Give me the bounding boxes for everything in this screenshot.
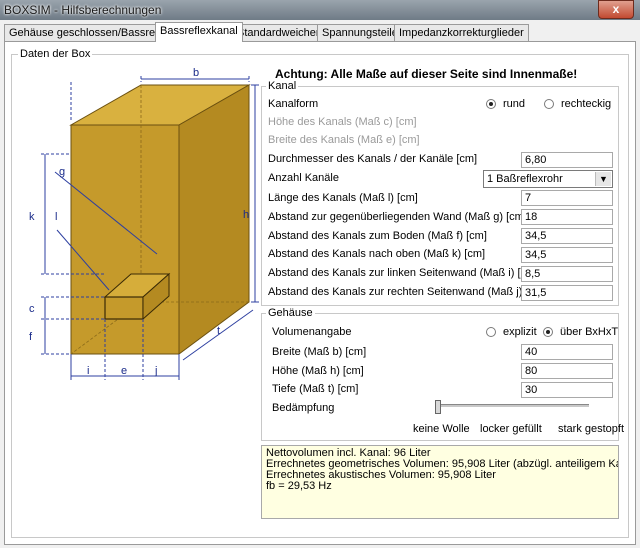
abstand-k-label: Abstand des Kanals nach oben (Maß k) [cm… [268, 248, 486, 260]
daempfung-mark-high: stark gestopft [558, 423, 625, 435]
abstand-i-input[interactable]: 8,5 [521, 266, 613, 282]
breite-kanal-label: Breite des Kanals (Maß e) [cm] [268, 134, 420, 146]
radio-rechteckig[interactable] [544, 99, 554, 109]
abstand-k-input[interactable]: 34,5 [521, 247, 613, 263]
laenge-input[interactable]: 7 [521, 190, 613, 206]
tab-standardweichen[interactable]: Standardweichen [232, 24, 328, 41]
dim-label-l: l [55, 211, 57, 223]
dim-label-i: i [87, 365, 89, 377]
anzahl-label: Anzahl Kanäle [268, 172, 339, 184]
box-diagram: b g h k l c f t i e j [29, 67, 259, 380]
close-icon: x [612, 2, 620, 16]
radio-rund-label: rund [503, 98, 526, 110]
title-bar: BOXSIM - Hilfsberechnungen x [0, 0, 640, 20]
radio-rechteckig-label: rechteckig [561, 98, 612, 110]
dim-label-t: t [217, 325, 220, 337]
tab-impedanzkorrekturglieder[interactable]: Impedanzkorrekturglieder [394, 24, 529, 41]
daempfung-mark-low: keine Wolle [413, 423, 470, 435]
results-box: Nettovolumen incl. Kanal: 96 Liter Errec… [261, 445, 619, 519]
tab-bassreflexkanal[interactable]: Bassreflexkanal [155, 22, 243, 42]
breite-input[interactable]: 40 [521, 344, 613, 360]
radio-explizit[interactable] [486, 327, 496, 337]
abstand-f-input[interactable]: 34,5 [521, 228, 613, 244]
volumenangabe-label: Volumenangabe [272, 326, 352, 338]
durchmesser-label: Durchmesser des Kanals / der Kanäle [cm] [268, 153, 478, 165]
daempfung-mark-mid: locker gefüllt [480, 423, 542, 435]
radio-rund[interactable] [486, 99, 496, 109]
durchmesser-input[interactable]: 6,80 [521, 152, 613, 168]
abstand-j-input[interactable]: 31,5 [521, 285, 613, 301]
abstand-g-input[interactable]: 18 [521, 209, 613, 225]
close-button[interactable]: x [598, 0, 634, 19]
daempfung-slider-thumb[interactable] [435, 400, 441, 414]
dim-label-f: f [29, 331, 33, 343]
result-line: fb = 29,53 Hz [266, 480, 332, 492]
abstand-g-label: Abstand zur gegenüberliegenden Wand (Maß… [268, 211, 527, 223]
window-title: BOXSIM - Hilfsberechnungen [4, 3, 162, 17]
dim-label-j: j [154, 365, 157, 377]
tab-gehaeuse[interactable]: Gehäuse geschlossen/Bassreflex [4, 24, 178, 41]
gehaeuse-legend: Gehäuse [266, 307, 315, 319]
dim-label-g: g [59, 166, 65, 178]
box-shape [69, 84, 251, 355]
radio-bxhxt[interactable] [543, 327, 553, 337]
window: BOXSIM - Hilfsberechnungen x Gehäuse ges… [0, 0, 640, 548]
breite-label: Breite (Maß b) [cm] [272, 346, 367, 358]
box-side [178, 84, 250, 355]
anzahl-select[interactable]: 1 Baßreflexrohr ▼ [483, 170, 613, 188]
abstand-f-label: Abstand des Kanals zum Boden (Maß f) [cm… [268, 230, 487, 242]
dim-label-e: e [121, 365, 127, 377]
abstand-j-label: Abstand des Kanals zur rechten Seitenwan… [268, 286, 547, 298]
radio-explizit-label: explizit [503, 326, 537, 338]
daempfung-slider-track[interactable] [437, 404, 589, 407]
chevron-down-icon[interactable]: ▼ [595, 172, 611, 186]
radio-bxhxt-label: über BxHxT [560, 326, 619, 338]
hoehe-label: Höhe (Maß h) [cm] [272, 365, 364, 377]
laenge-label: Länge des Kanals (Maß l) [cm] [268, 192, 418, 204]
kanal-legend: Kanal [266, 80, 299, 92]
tiefe-input[interactable]: 30 [521, 382, 613, 398]
dim-label-c: c [29, 303, 35, 315]
abstand-i-label: Abstand des Kanals zur linken Seitenwand… [268, 267, 539, 279]
anzahl-value: 1 Baßreflexrohr [487, 173, 563, 185]
warning-text: Achtung: Alle Maße auf dieser Seite sind… [275, 67, 578, 81]
box-front [70, 124, 180, 355]
hoehe-kanal-label: Höhe des Kanals (Maß c) [cm] [268, 116, 417, 128]
daempfung-label: Bedämpfung [272, 402, 335, 414]
tab-panel: Daten der Box b g h k l c f t i e j Acht… [4, 41, 636, 545]
dim-label-k: k [29, 211, 35, 223]
dim-label-h: h [243, 209, 249, 221]
tiefe-label: Tiefe (Maß t) [cm] [272, 383, 359, 395]
hoehe-input[interactable]: 80 [521, 363, 613, 379]
dim-label-b: b [193, 67, 199, 79]
kanalform-label: Kanalform [268, 98, 319, 110]
